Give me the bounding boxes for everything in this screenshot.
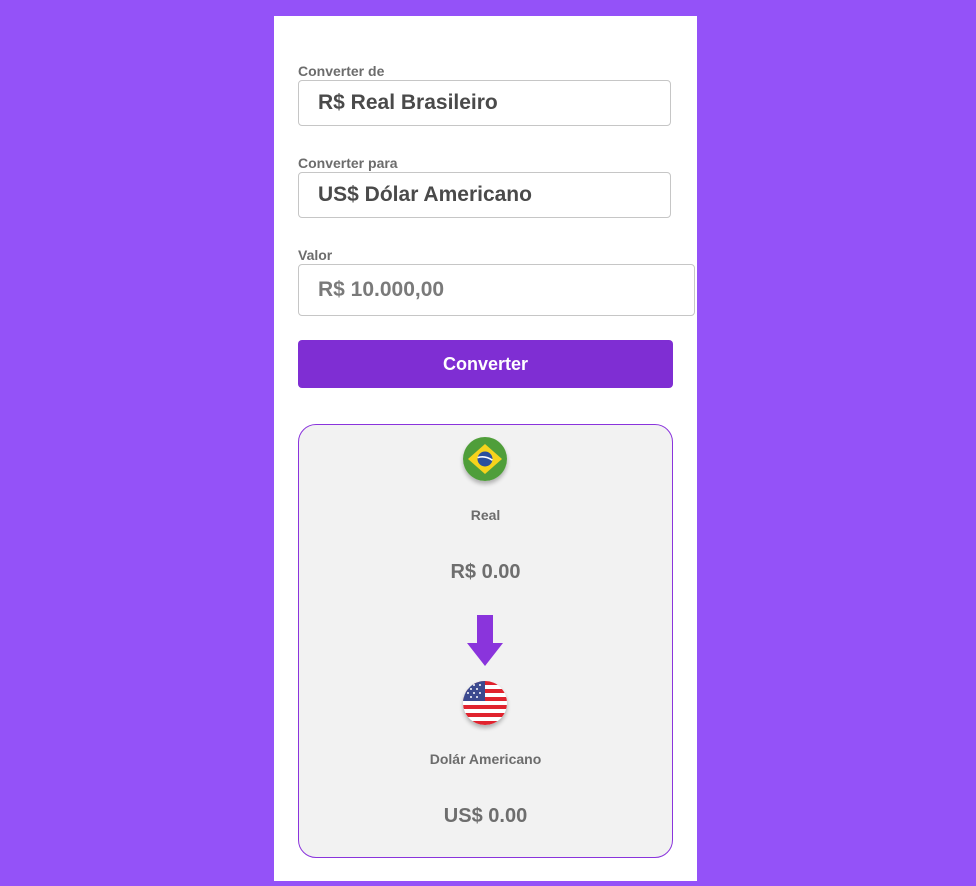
convert-button[interactable]: Converter: [298, 340, 673, 388]
usa-flag-icon: [463, 681, 507, 725]
converter-card: Converter de R$ Real Brasileiro Converte…: [274, 16, 697, 881]
to-currency-value: US$ Dólar Americano: [318, 183, 532, 206]
conversion-result: Real R$ 0.00 Dolár Americano US$ 0.00: [298, 424, 673, 858]
to-currency-name: Dolár Americano: [429, 751, 542, 767]
from-currency-amount: R$ 0.00: [450, 561, 521, 583]
brazil-flag-icon: [463, 437, 507, 481]
to-currency-amount: US$ 0.00: [443, 805, 528, 827]
from-currency-select[interactable]: R$ Real Brasileiro: [298, 80, 671, 126]
convert-button-label: Converter: [442, 353, 529, 374]
to-currency-select[interactable]: US$ Dólar Americano: [298, 172, 671, 218]
arrow-down-icon: [467, 615, 503, 666]
amount-input[interactable]: R$ 10.000,00: [298, 264, 695, 316]
amount-label: Valor: [298, 247, 333, 263]
from-currency-label: Converter de: [298, 63, 385, 79]
from-currency-name: Real: [470, 507, 501, 523]
from-currency-value: R$ Real Brasileiro: [318, 91, 498, 114]
to-currency-label: Converter para: [298, 155, 398, 171]
amount-value: R$ 10.000,00: [318, 278, 445, 301]
